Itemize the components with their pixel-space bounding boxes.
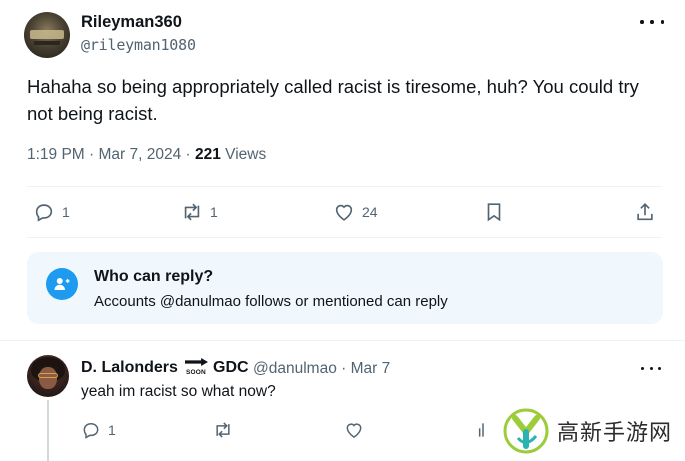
tweet-timestamp[interactable]: 1:19 PM · Mar 7, 2024 · — [27, 146, 195, 163]
reply-text: yeah im racist so what now? — [81, 383, 276, 400]
reply-reply-count: 1 — [108, 422, 116, 438]
tweet-text: Hahaha so being appropriately called rac… — [27, 76, 639, 124]
bookmark-icon — [487, 203, 501, 222]
thread-line — [47, 400, 49, 461]
reply-handle-date[interactable]: @danulmao · Mar 7 — [253, 360, 390, 378]
tweet-meta: 1:19 PM · Mar 7, 2024 · 221 Views — [27, 146, 266, 164]
reply-icon — [83, 422, 99, 439]
reply-count: 1 — [62, 204, 70, 220]
retweet-icon — [184, 203, 200, 221]
reply-button[interactable]: 1 — [33, 201, 70, 223]
reply-analytics-button[interactable] — [473, 420, 493, 440]
author-name[interactable]: Rileyman360 — [81, 13, 182, 32]
notice-description: Accounts @danulmao follows or mentioned … — [94, 293, 448, 310]
badge-text: SOON — [186, 369, 206, 376]
retweet-count: 1 — [210, 204, 218, 220]
divider — [27, 186, 662, 187]
divider — [0, 340, 685, 341]
reply-author-avatar[interactable] — [27, 355, 69, 397]
watermark-logo-icon — [503, 408, 549, 454]
retweet-icon — [216, 422, 230, 438]
reply-like-button[interactable] — [344, 420, 364, 440]
notice-title: Who can reply? — [94, 268, 214, 285]
more-icon — [640, 20, 644, 24]
share-button[interactable] — [634, 201, 656, 223]
author-handle[interactable]: @rileyman1080 — [81, 36, 196, 54]
views-count: 221 — [195, 146, 221, 163]
reply-author-name-suffix[interactable]: GDC — [213, 359, 249, 377]
like-icon — [335, 204, 353, 221]
like-button[interactable]: 24 — [333, 201, 378, 223]
reply-author-name[interactable]: D. Lalonders — [81, 359, 178, 377]
more-icon — [641, 366, 644, 370]
soon-badge-icon: SOON — [185, 355, 208, 379]
author-avatar[interactable] — [24, 12, 70, 58]
divider — [27, 237, 662, 238]
views-label: Views — [220, 146, 267, 163]
who-can-reply-notice: Who can reply? Accounts @danulmao follow… — [27, 252, 663, 324]
people-icon — [46, 268, 78, 300]
like-icon — [346, 423, 362, 438]
analytics-icon — [478, 423, 484, 437]
more-options-button[interactable] — [640, 12, 664, 32]
reply-reply-button[interactable]: 1 — [81, 420, 116, 440]
watermark: 高新手游网 — [503, 408, 672, 454]
bookmark-button[interactable] — [483, 201, 505, 223]
share-icon — [637, 203, 653, 221]
reply-retweet-button[interactable] — [213, 420, 233, 440]
reply-more-options-button[interactable] — [641, 359, 661, 377]
reply-icon — [35, 204, 53, 222]
like-count: 24 — [362, 204, 378, 220]
watermark-text: 高新手游网 — [557, 421, 673, 446]
retweet-button[interactable]: 1 — [181, 201, 218, 223]
